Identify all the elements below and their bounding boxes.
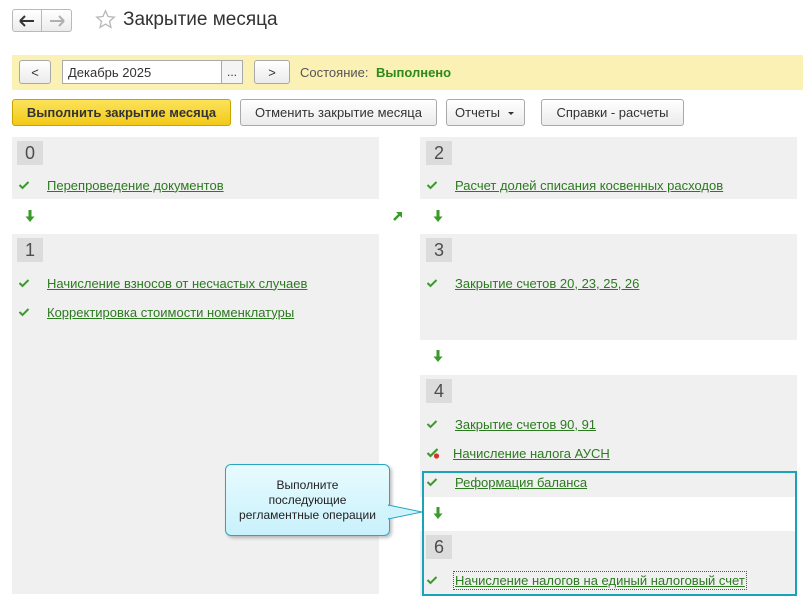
reports-button[interactable]: Отчеты: [446, 99, 525, 126]
favorite-button[interactable]: [95, 9, 116, 33]
back-button[interactable]: [12, 9, 42, 32]
list-item: Начисление взносов от несчастых случаев: [12, 273, 307, 293]
next-period-button[interactable]: >: [254, 60, 290, 84]
run-closing-button[interactable]: Выполнить закрытие месяца: [12, 99, 231, 126]
step-3-number: 3: [426, 238, 452, 262]
list-item: Расчет долей списания косвенных расходов: [420, 175, 723, 195]
list-item: Корректировка стоимости номенклатуры: [12, 302, 294, 322]
step-0-number: 0: [17, 141, 43, 165]
step-1-number: 1: [17, 238, 43, 262]
arrow-right-icon: [49, 14, 65, 27]
step-4-number: 4: [426, 379, 452, 403]
tooltip-line: последующие: [268, 492, 347, 507]
check-icon: [426, 420, 438, 429]
step-2-number: 2: [426, 141, 452, 165]
forward-button[interactable]: [42, 9, 72, 32]
cancel-closing-button[interactable]: Отменить закрытие месяца: [240, 99, 437, 126]
tooltip: Выполните последующие регламентные опера…: [225, 464, 390, 536]
period-input[interactable]: Декабрь 2025: [62, 60, 222, 84]
operation-link[interactable]: Закрытие счетов 90, 91: [455, 417, 596, 432]
tooltip-pointer: [388, 504, 423, 520]
check-icon: [18, 181, 30, 190]
prev-period-button[interactable]: <: [19, 60, 51, 84]
list-item: Закрытие счетов 90, 91: [420, 414, 596, 434]
check-icon: [18, 308, 30, 317]
check-warning-icon: [426, 448, 440, 459]
highlight-frame: [422, 471, 797, 596]
page-title: Закрытие месяца: [123, 9, 278, 30]
operation-link[interactable]: Корректировка стоимости номенклатуры: [47, 305, 294, 320]
state-label: Состояние:: [300, 65, 369, 80]
operation-link[interactable]: Начисление налога АУСН: [453, 446, 610, 461]
list-item: Начисление налога АУСН: [420, 443, 610, 463]
tooltip-line: регламентные операции: [239, 507, 376, 522]
arrow-left-icon: [19, 14, 34, 27]
check-icon: [426, 181, 438, 190]
arrow-down-icon: [433, 350, 443, 362]
star-icon: [95, 9, 116, 29]
help-calculations-button[interactable]: Справки - расчеты: [541, 99, 684, 126]
list-item: Закрытие счетов 20, 23, 25, 26: [420, 273, 639, 293]
dropdown-arrow-icon: [507, 111, 514, 115]
reports-label: Отчеты: [455, 105, 500, 120]
check-icon: [18, 279, 30, 288]
operation-link[interactable]: Начисление взносов от несчастых случаев: [47, 276, 307, 291]
operation-link[interactable]: Закрытие счетов 20, 23, 25, 26: [455, 276, 639, 291]
check-icon: [426, 279, 438, 288]
operation-link[interactable]: Расчет долей списания косвенных расходов: [455, 178, 723, 193]
arrow-up-right-icon: [393, 212, 402, 221]
list-item: Перепроведение документов: [12, 175, 224, 195]
arrow-down-icon: [25, 210, 35, 222]
state-value: Выполнено: [376, 65, 452, 80]
arrow-down-icon: [433, 210, 443, 222]
operation-link[interactable]: Перепроведение документов: [47, 178, 224, 193]
tooltip-line: Выполните: [276, 477, 339, 492]
choose-period-button[interactable]: ...: [222, 60, 243, 84]
